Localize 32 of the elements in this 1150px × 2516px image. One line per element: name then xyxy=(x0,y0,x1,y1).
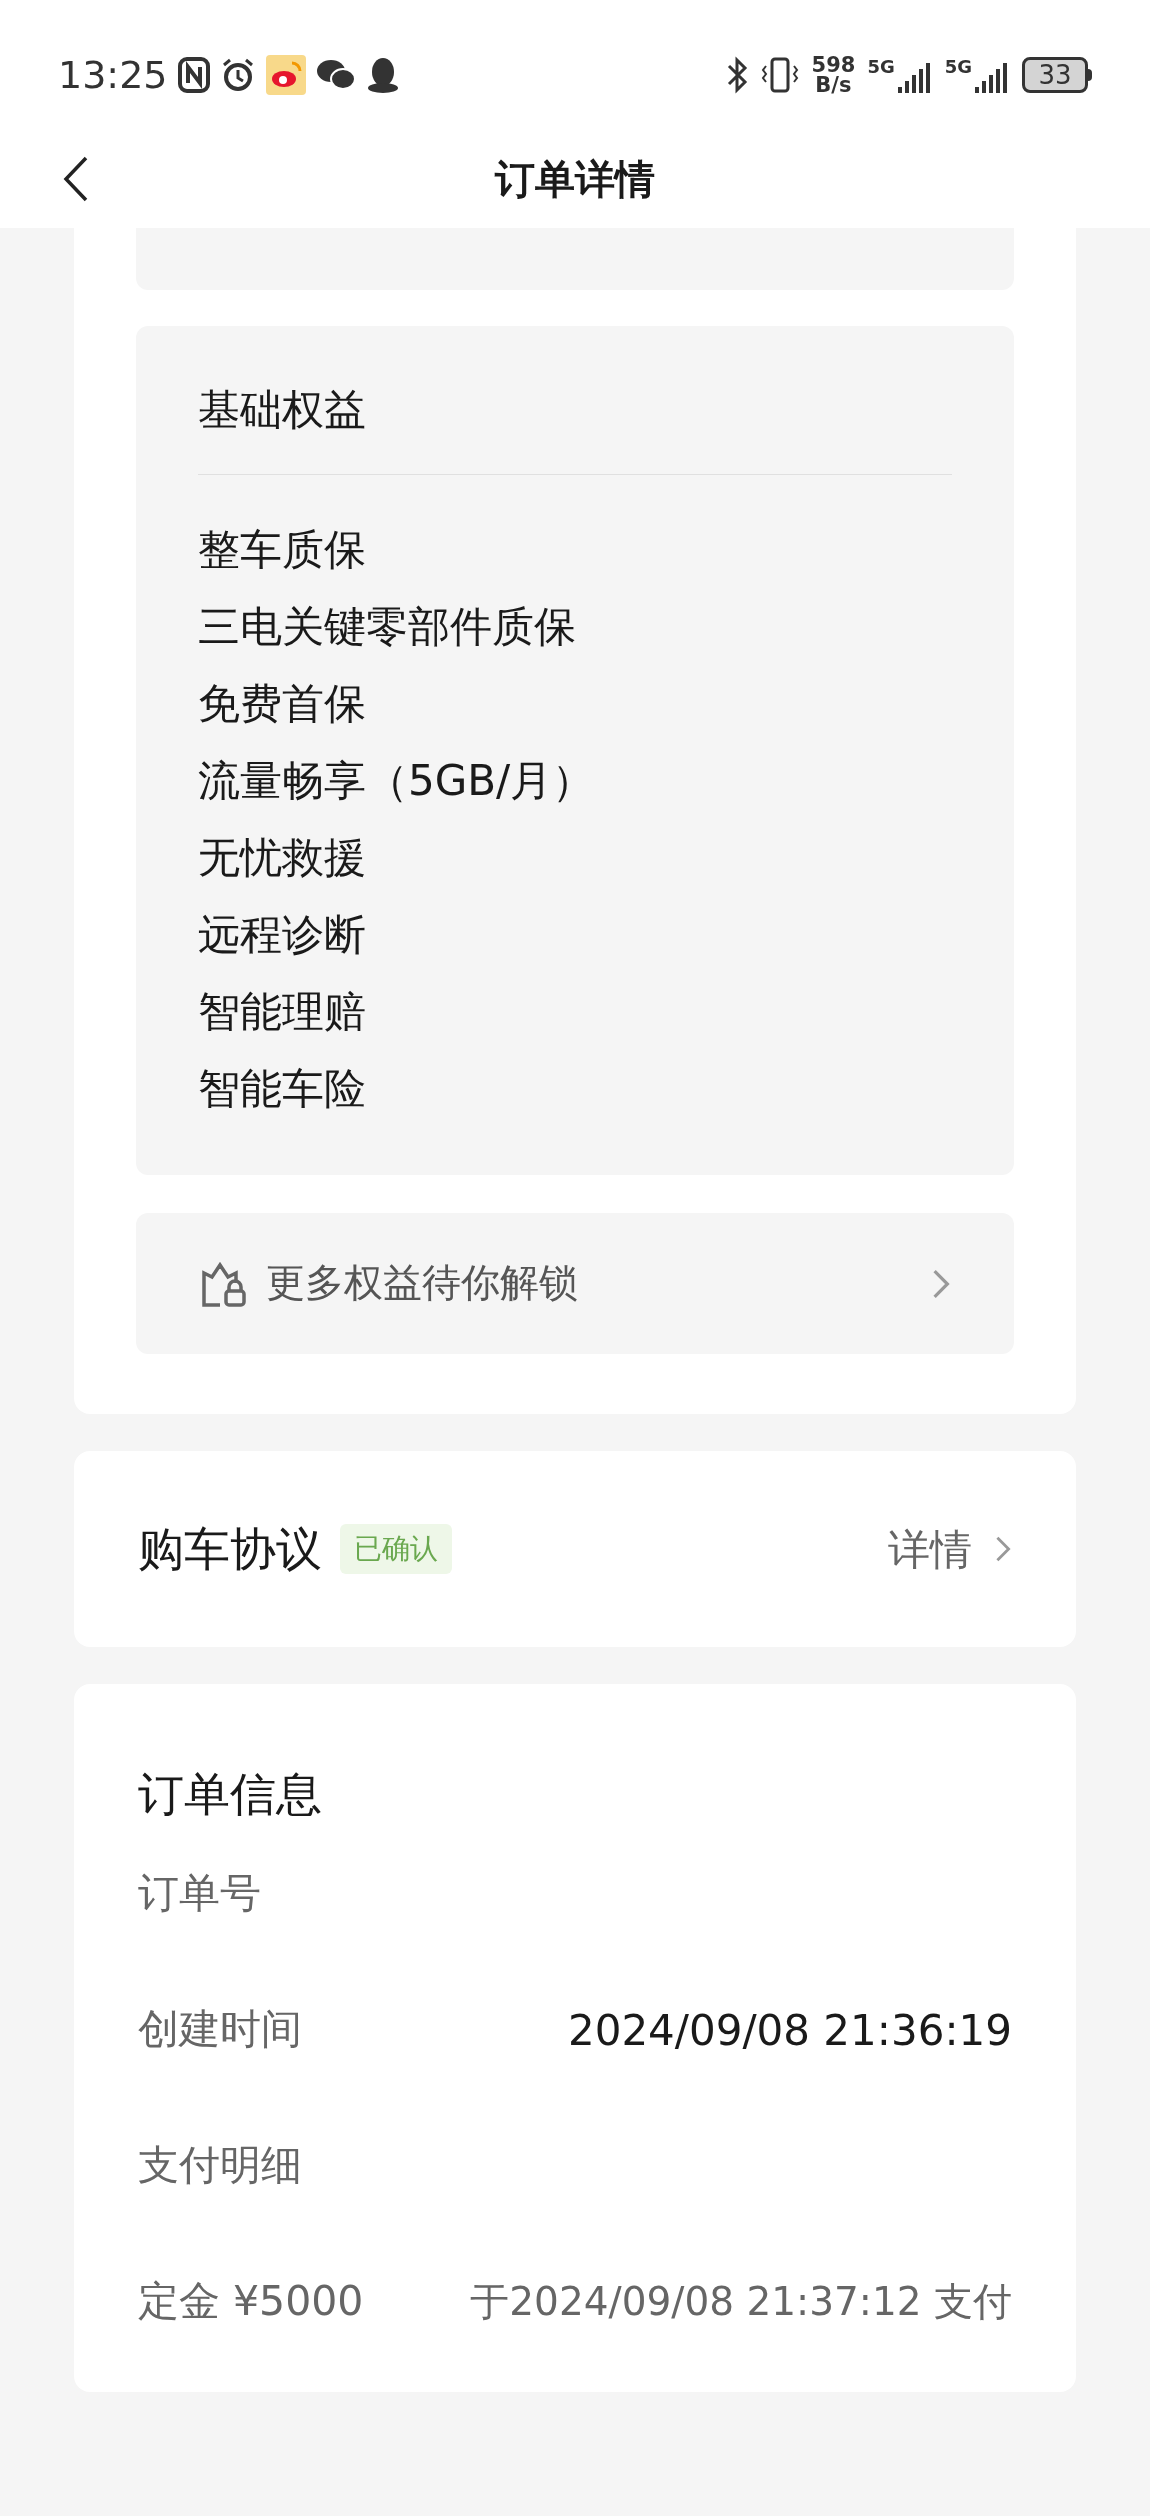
info-label: 定金 ¥5000 xyxy=(138,2276,364,2328)
chevron-right-icon xyxy=(994,1535,1012,1563)
network-type: 5G xyxy=(867,57,895,77)
benefit-item: 流量畅享（5GB/月） xyxy=(198,755,596,807)
benefit-item: 远程诊断 xyxy=(198,909,367,961)
unlock-benefits-button[interactable]: 更多权益待你解锁 xyxy=(136,1213,1014,1354)
info-value: 于2024/09/08 21:37:12 支付 xyxy=(470,2277,1012,2326)
benefits-title: 基础权益 xyxy=(198,384,367,436)
battery-level: 33 xyxy=(1038,62,1072,88)
info-label: 创建时间 xyxy=(138,2004,302,2056)
benefit-item: 智能车险 xyxy=(198,1063,367,1115)
network-type: 5G xyxy=(944,57,972,77)
app-icon xyxy=(265,55,306,95)
info-value: 2024/09/08 21:36:19 xyxy=(567,2004,1012,2057)
network-speed-unit: B/s xyxy=(815,75,852,95)
benefit-item: 无忧救援 xyxy=(198,832,367,884)
status-time: 13:25 xyxy=(58,51,168,99)
status-tag: 已确认 xyxy=(340,1524,452,1574)
bluetooth-icon xyxy=(725,56,748,94)
agreement-title: 购车协议 xyxy=(138,1520,322,1578)
details-link[interactable]: 详情 xyxy=(888,1517,1012,1581)
benefit-item: 整车质保 xyxy=(198,524,367,576)
section-title: 订单信息 xyxy=(138,1766,323,1823)
info-label: 支付明细 xyxy=(138,2140,302,2192)
page-title: 订单详情 xyxy=(495,155,655,204)
benefit-item: 免费首保 xyxy=(198,678,367,730)
benefit-item: 智能理赔 xyxy=(198,986,367,1038)
vibrate-icon xyxy=(759,56,800,94)
benefit-item: 三电关键零部件质保 xyxy=(198,601,577,653)
network-speed: 598 xyxy=(811,55,856,75)
nfc-icon xyxy=(177,57,210,93)
info-label: 订单号 xyxy=(138,1868,261,1920)
